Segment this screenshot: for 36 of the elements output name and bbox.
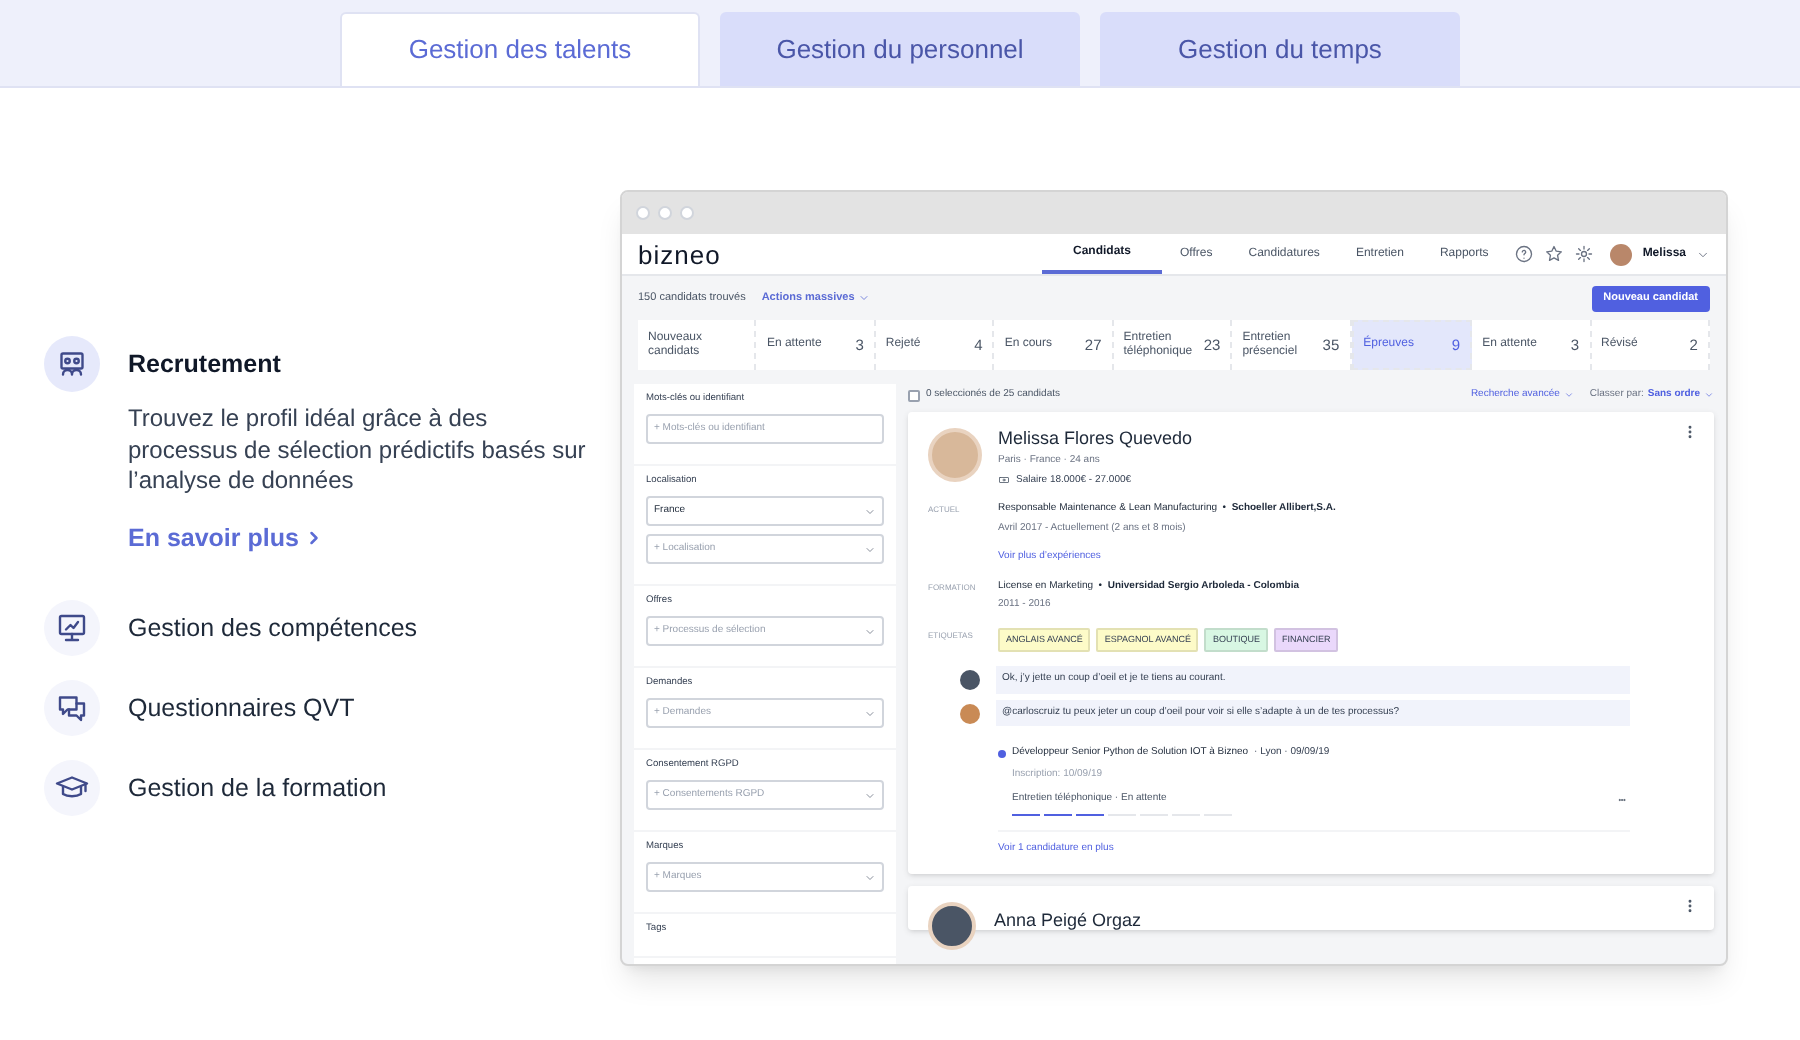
candidate-name[interactable]: Melissa Flores Quevedo <box>998 428 1193 450</box>
feature-icon[interactable] <box>44 336 100 392</box>
logo: bizneo <box>638 241 721 267</box>
caret-icon <box>864 789 876 801</box>
avatar <box>928 428 982 482</box>
help-icon <box>1514 244 1535 264</box>
learn-more-link[interactable]: En savoir plus <box>128 519 600 557</box>
feature-icon[interactable] <box>44 600 100 657</box>
candidate-name[interactable]: Anna Peigé Orgaz <box>994 901 1142 935</box>
caret-icon <box>1563 390 1574 400</box>
more-icon <box>1682 897 1698 914</box>
star-icon <box>1544 244 1565 264</box>
avatar <box>1610 243 1633 265</box>
select-all-checkbox[interactable] <box>908 389 920 401</box>
caret-icon <box>864 543 876 555</box>
more-icon <box>1614 796 1630 804</box>
tab[interactable]: Gestion des talents <box>340 12 700 86</box>
caret-icon <box>864 625 876 637</box>
more-icon <box>1682 424 1698 440</box>
feature-icon[interactable] <box>44 760 100 817</box>
feature-title[interactable]: Questionnaires QVT <box>128 692 355 725</box>
tab[interactable]: Gestion du personnel <box>720 12 1080 86</box>
caret-icon <box>864 505 876 517</box>
caret-icon <box>858 292 871 304</box>
feature-title[interactable]: Gestion de la formation <box>128 772 387 805</box>
caret-icon <box>864 871 876 883</box>
tab[interactable]: Gestion du temps <box>1100 12 1460 86</box>
feature-title[interactable]: Gestion des compétences <box>128 612 418 645</box>
feature-title[interactable]: Recrutement <box>128 348 600 380</box>
money-icon <box>998 474 1010 487</box>
caret-icon <box>1704 390 1714 400</box>
feature-icon[interactable] <box>44 680 100 737</box>
avatar <box>928 901 976 950</box>
caret-icon <box>1696 247 1710 261</box>
caret-icon <box>864 707 876 719</box>
feature-description: Trouvez le profil idéal grâce à des processus de sélection prédictifs basés sur l’analyse de données <box>128 404 588 497</box>
